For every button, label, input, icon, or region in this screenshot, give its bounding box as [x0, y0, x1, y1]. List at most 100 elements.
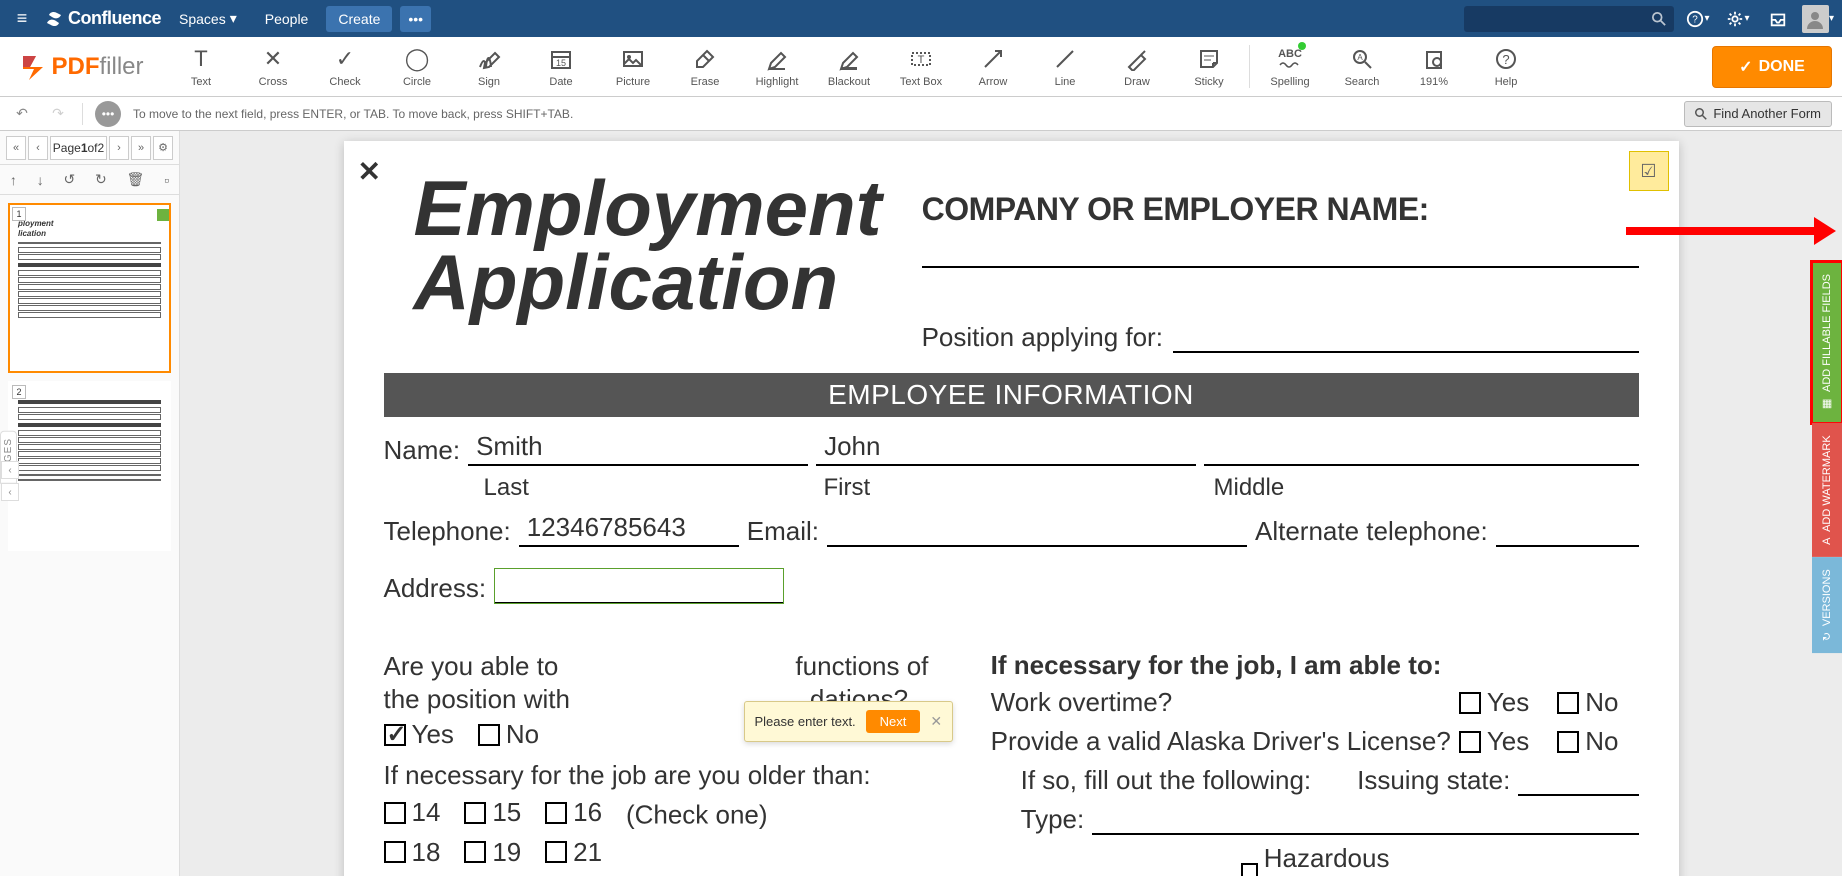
first-name-field[interactable]: John: [816, 431, 1196, 466]
tool-date[interactable]: 15Date: [525, 37, 597, 96]
age-16-option[interactable]: 16: [545, 797, 602, 828]
tool-search[interactable]: ASearch: [1326, 37, 1398, 96]
tool-draw[interactable]: Draw: [1101, 37, 1173, 96]
user-avatar-menu[interactable]: ▾: [1802, 3, 1834, 35]
attention-arrow-icon: [1626, 221, 1836, 241]
erase-icon: [693, 46, 717, 72]
company-name-field[interactable]: [922, 228, 1639, 268]
page-prev-button[interactable]: ‹: [28, 136, 48, 160]
caret-down-icon: ▾: [230, 10, 237, 27]
tooltip-next-button[interactable]: Next: [866, 710, 921, 733]
page-last-button[interactable]: »: [131, 136, 151, 160]
position-field[interactable]: [1173, 313, 1639, 353]
age-19-option[interactable]: 19: [464, 837, 521, 868]
tool-highlight[interactable]: Highlight: [741, 37, 813, 96]
address-field-active[interactable]: [494, 568, 784, 604]
age-15-option[interactable]: 15: [464, 797, 521, 828]
nav-spaces[interactable]: Spaces ▾: [169, 4, 247, 33]
tool-blackout[interactable]: Blackout: [813, 37, 885, 96]
confluence-search-input[interactable]: [1464, 6, 1674, 32]
add-page-icon[interactable]: ▫: [164, 172, 169, 188]
page-next-button[interactable]: ›: [109, 136, 129, 160]
tool-sign[interactable]: Sign: [453, 37, 525, 96]
tool-sticky[interactable]: Sticky: [1173, 37, 1245, 96]
able-yes-option[interactable]: Yes: [384, 719, 454, 750]
type-field[interactable]: [1092, 831, 1638, 835]
email-label: Email:: [747, 516, 819, 547]
check-one-label: (Check one): [626, 800, 768, 830]
tool-circle[interactable]: ◯Circle: [381, 37, 453, 96]
page-settings-button[interactable]: ⚙: [153, 136, 173, 160]
middle-name-field[interactable]: [1204, 462, 1638, 466]
tooltip-text: Please enter text.: [755, 714, 856, 729]
age-21-option[interactable]: 21: [545, 837, 602, 868]
license-no[interactable]: No: [1557, 726, 1618, 757]
redo-button[interactable]: ↷: [46, 102, 70, 126]
fields-icon: ▦: [1821, 398, 1834, 411]
tooltip-close-icon[interactable]: ✕: [930, 713, 942, 730]
picture-icon: [621, 46, 645, 72]
tool-spelling[interactable]: ABCSpelling: [1254, 37, 1326, 96]
textbox-icon: T: [909, 46, 933, 72]
undo-button[interactable]: ↶: [10, 102, 34, 126]
move-up-icon[interactable]: ↑: [10, 172, 17, 188]
tool-line[interactable]: Line: [1029, 37, 1101, 96]
hamburger-menu-icon[interactable]: ≡: [8, 8, 36, 29]
page-first-button[interactable]: «: [6, 136, 26, 160]
age-14-option[interactable]: 14: [384, 797, 441, 828]
able-no-option[interactable]: No: [478, 719, 539, 750]
tool-help[interactable]: ?Help: [1470, 37, 1542, 96]
age-18-option[interactable]: 18: [384, 837, 441, 868]
help-menu-icon[interactable]: ? ▾: [1682, 3, 1714, 35]
confluence-brand[interactable]: Confluence: [44, 8, 161, 29]
pages-collapse-arrows[interactable]: ‹‹: [0, 461, 20, 501]
telephone-field[interactable]: 12346785643: [519, 512, 739, 547]
highlight-icon: [765, 46, 789, 72]
move-down-icon[interactable]: ↓: [37, 172, 44, 188]
rotate-ccw-icon[interactable]: ↺: [63, 171, 75, 188]
pdffiller-logo[interactable]: PDFfiller: [0, 37, 165, 96]
tool-picture[interactable]: Picture: [597, 37, 669, 96]
issuing-state-field[interactable]: [1518, 792, 1638, 796]
overtime-yes[interactable]: Yes: [1459, 687, 1529, 718]
create-button[interactable]: Create: [326, 6, 392, 32]
email-field[interactable]: [827, 543, 1247, 547]
tool-text[interactable]: TText: [165, 37, 237, 96]
checklist-sticky-icon[interactable]: ☑: [1629, 151, 1669, 191]
add-watermark-tab[interactable]: A ADD WATERMARK: [1812, 423, 1842, 557]
tool-cross[interactable]: ✕Cross: [237, 37, 309, 96]
tool-textbox[interactable]: TText Box: [885, 37, 957, 96]
done-button[interactable]: ✓DONE: [1712, 46, 1832, 88]
tool-arrow[interactable]: Arrow: [957, 37, 1029, 96]
close-x-icon[interactable]: ✕: [358, 155, 381, 188]
overtime-no[interactable]: No: [1557, 687, 1618, 718]
if-so-label: If so, fill out the following:: [1021, 765, 1311, 796]
hazmat-option[interactable]: Hazardous Material: [1241, 843, 1425, 876]
hint-text: To move to the next field, press ENTER, …: [133, 107, 573, 121]
page-thumbnail-1[interactable]: 1 ploymentlication: [8, 203, 171, 373]
search-icon: [1695, 108, 1707, 120]
license-yes[interactable]: Yes: [1459, 726, 1529, 757]
document-title: Employment Application: [414, 171, 882, 319]
notifications-inbox-icon[interactable]: [1762, 3, 1794, 35]
page-thumbnail-2[interactable]: 2: [8, 381, 171, 551]
main-area: « ‹ Page 1 of 2 › » ⚙ ↑ ↓ ↺ ↻ 🗑 ▫ 1 ploy…: [0, 131, 1842, 876]
tool-check[interactable]: ✓Check: [309, 37, 381, 96]
tool-zoom[interactable]: 191%: [1398, 37, 1470, 96]
versions-tab[interactable]: ↻ VERSIONS: [1812, 557, 1842, 653]
find-another-form-button[interactable]: Find Another Form: [1684, 101, 1832, 127]
delete-page-icon[interactable]: 🗑: [127, 171, 145, 188]
alt-telephone-field[interactable]: [1496, 543, 1639, 547]
tool-erase[interactable]: Erase: [669, 37, 741, 96]
svg-text:T: T: [918, 54, 925, 66]
settings-gear-icon[interactable]: ▾: [1722, 3, 1754, 35]
more-menu-button[interactable]: •••: [400, 6, 431, 32]
cross-icon: ✕: [264, 46, 282, 72]
document-viewport[interactable]: ✕ ☑ Employment Application COMPANY OR EM…: [180, 131, 1842, 876]
nav-people[interactable]: People: [255, 5, 319, 33]
add-fillable-fields-tab[interactable]: ▦ ADD FILLABLE FIELDS: [1812, 262, 1842, 423]
last-name-field[interactable]: Smith: [468, 431, 808, 466]
document-page: ✕ ☑ Employment Application COMPANY OR EM…: [344, 141, 1679, 876]
rotate-cw-icon[interactable]: ↻: [95, 171, 107, 188]
name-label: Name:: [384, 435, 461, 466]
